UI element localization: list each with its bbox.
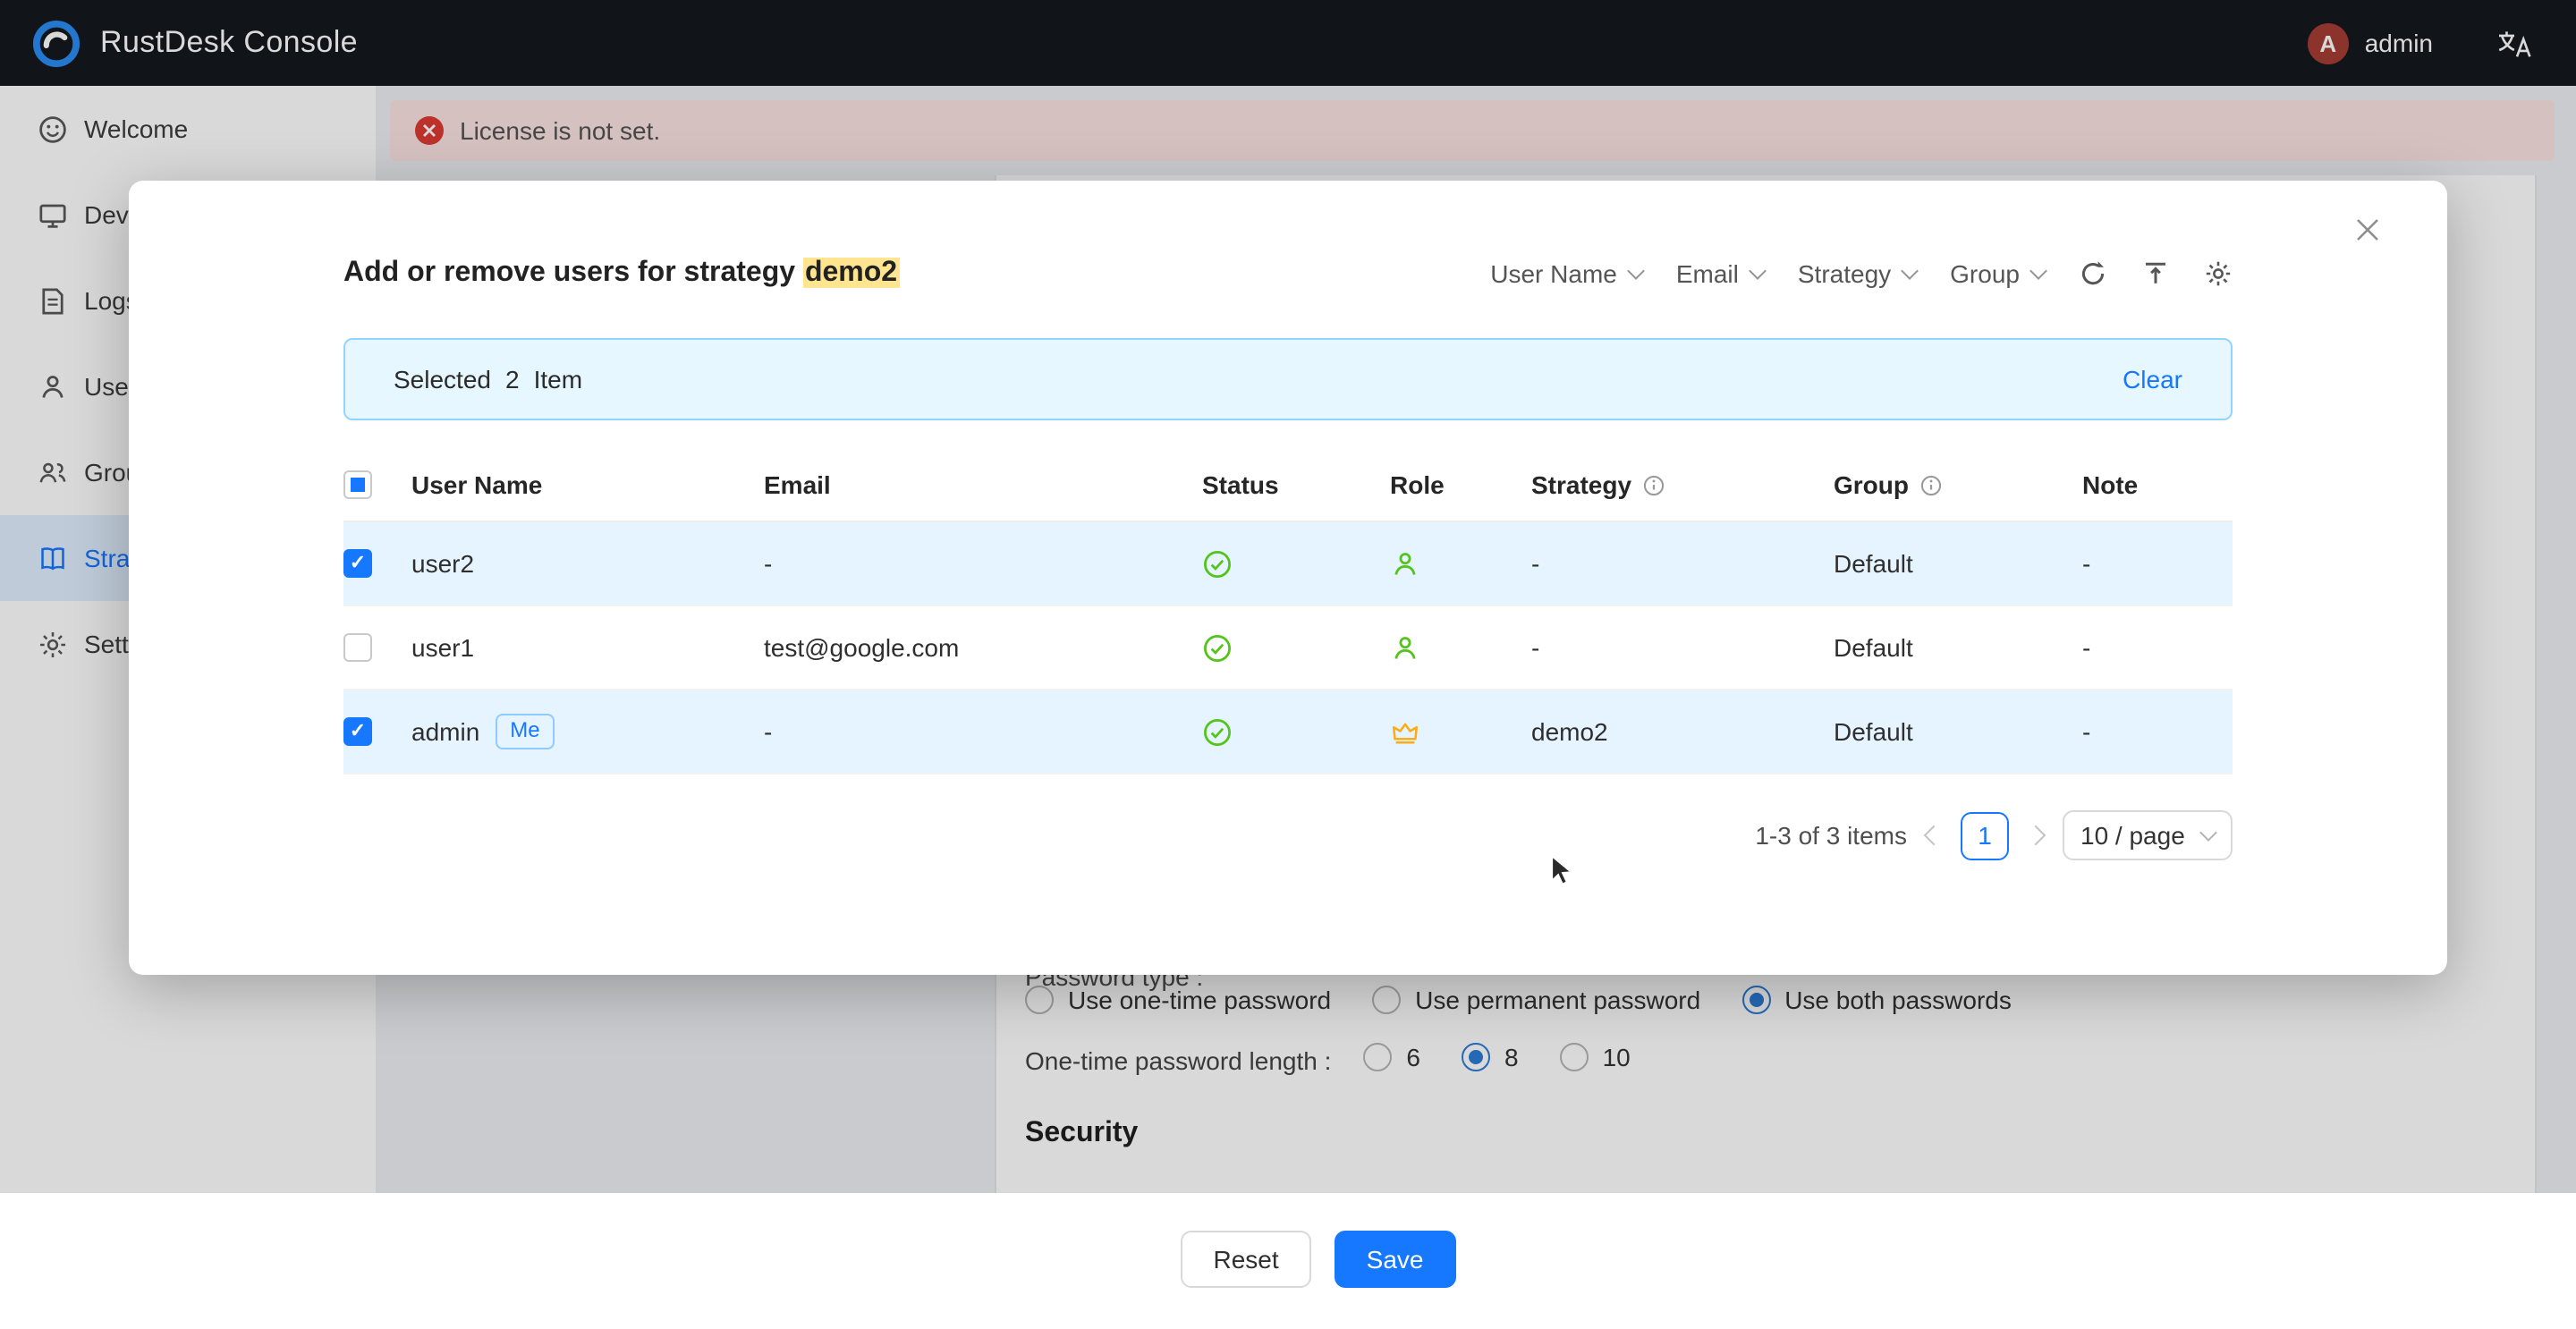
next-page-icon[interactable]: [2026, 825, 2046, 846]
cell-group: Default: [1834, 549, 2082, 578]
column-header-email: Email: [764, 470, 1195, 499]
cell-email: test@google.com: [764, 633, 1195, 662]
cell-status: [1195, 716, 1383, 747]
refresh-icon[interactable]: [2079, 259, 2107, 288]
cell-role: [1383, 548, 1531, 579]
users-table: User NameEmailStatusRoleStrategyGroupNot…: [343, 449, 2233, 775]
filter-email[interactable]: Email: [1676, 259, 1764, 288]
page-size-select[interactable]: 10 / page: [2063, 810, 2233, 860]
status-ok-icon: [1202, 548, 1233, 579]
row-checkbox[interactable]: [343, 633, 372, 662]
strategy-name-highlight: demo2: [803, 258, 899, 288]
reset-button[interactable]: Reset: [1182, 1231, 1311, 1288]
table-row[interactable]: user1test@google.com -Default-: [343, 606, 2233, 690]
cell-note: -: [2082, 633, 2233, 662]
settings-icon[interactable]: [2204, 259, 2233, 288]
mouse-cursor: [1546, 853, 1578, 894]
info-icon: [1642, 473, 1665, 496]
cell-role: [1383, 716, 1531, 747]
cell-email: -: [764, 549, 1195, 578]
screen: RustDesk Console A admin WelcomeDevicesL…: [0, 0, 2576, 1329]
selection-info-bar: Selected 2 Item Clear: [343, 338, 2233, 420]
column-header-user: User Name: [411, 470, 764, 499]
save-button[interactable]: Save: [1335, 1231, 1456, 1288]
selection-text: Selected 2 Item: [394, 365, 582, 394]
column-header-role: Role: [1383, 470, 1531, 499]
chevron-down-icon: [1627, 261, 1645, 279]
row-checkbox[interactable]: ✓: [343, 549, 372, 578]
user-role-icon: [1390, 632, 1420, 663]
table-toolbar: User Name Email Strategy Group: [1490, 259, 2233, 288]
clear-selection-link[interactable]: Clear: [2123, 365, 2182, 394]
filter-strategy[interactable]: Strategy: [1798, 259, 1916, 288]
me-tag: Me: [496, 714, 554, 749]
modal-title: Add or remove users for strategy demo2: [343, 258, 899, 290]
page-number-button[interactable]: 1: [1961, 811, 2009, 859]
cell-username: user1: [411, 633, 764, 662]
chevron-down-icon: [2029, 261, 2047, 279]
info-icon: [1919, 473, 1943, 496]
modal-header: Add or remove users for strategy demo2 U…: [343, 258, 2233, 290]
chevron-down-icon: [1901, 261, 1919, 279]
cell-username: user2: [411, 549, 764, 578]
selected-count: 2: [505, 365, 520, 394]
cell-strategy: -: [1531, 633, 1834, 662]
cell-strategy: -: [1531, 549, 1834, 578]
column-header-group: Group: [1834, 470, 2082, 499]
column-header-strategy: Strategy: [1531, 470, 1834, 499]
density-icon[interactable]: [2141, 259, 2170, 288]
status-ok-icon: [1202, 632, 1233, 663]
cell-role: [1383, 632, 1531, 663]
footer-bar: Reset Save: [0, 1193, 2576, 1329]
cell-status: [1195, 548, 1383, 579]
cell-group: Default: [1834, 717, 2082, 746]
chevron-down-icon: [1749, 261, 1767, 279]
filter-list: User Name Email Strategy Group: [1490, 259, 2045, 288]
add-remove-users-dialog: Add or remove users for strategy demo2 U…: [129, 181, 2447, 975]
cell-email: -: [764, 717, 1195, 746]
row-checkbox[interactable]: ✓: [343, 717, 372, 746]
table-row[interactable]: ✓adminMe-demo2Default-: [343, 690, 2233, 775]
table-row[interactable]: ✓user2--Default-: [343, 522, 2233, 606]
user-role-icon: [1390, 548, 1420, 579]
filter-user-name[interactable]: User Name: [1490, 259, 1642, 288]
prev-page-icon[interactable]: [1924, 825, 1945, 846]
cell-note: -: [2082, 717, 2233, 746]
filter-group[interactable]: Group: [1950, 259, 2045, 288]
cell-group: Default: [1834, 633, 2082, 662]
cell-note: -: [2082, 549, 2233, 578]
admin-crown-icon: [1390, 716, 1420, 747]
cell-strategy: demo2: [1531, 717, 1834, 746]
close-icon[interactable]: [2354, 216, 2381, 243]
cell-username: adminMe: [411, 714, 764, 749]
column-header-status: Status: [1195, 470, 1383, 499]
select-all-checkbox[interactable]: [343, 470, 372, 499]
pagination: 1-3 of 3 items 1 10 / page: [1755, 810, 2233, 860]
table-body: ✓user2--Default-user1test@google.com-Def…: [343, 522, 2233, 775]
column-header-note: Note: [2082, 470, 2233, 499]
pagination-total: 1-3 of 3 items: [1755, 821, 1907, 850]
status-ok-icon: [1202, 716, 1233, 747]
cell-status: [1195, 632, 1383, 663]
chevron-down-icon: [2199, 824, 2217, 842]
table-header: User NameEmailStatusRoleStrategyGroupNot…: [343, 449, 2233, 522]
